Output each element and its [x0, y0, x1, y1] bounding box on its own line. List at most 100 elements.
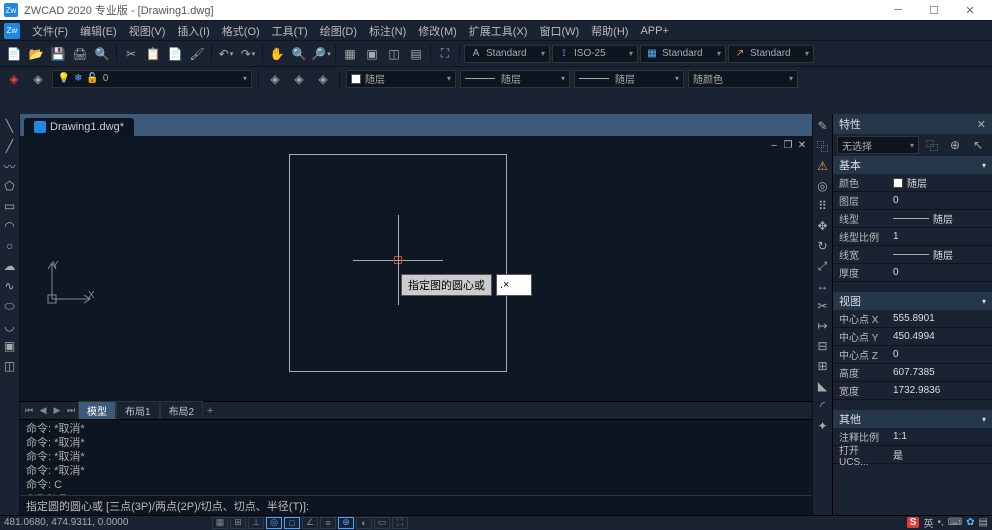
menu-help[interactable]: 帮助(H) [585, 21, 634, 41]
prop-cz[interactable]: 中心点 Z0 [833, 346, 992, 364]
ellipse-icon[interactable]: ⬭ [1, 297, 19, 315]
offset-icon[interactable]: ◎ [814, 177, 832, 195]
copy-obj-icon[interactable]: ⿻ [814, 137, 832, 155]
layout-tab-model[interactable]: 模型 [78, 401, 116, 420]
mleaderstyle-combo[interactable]: ↗Standard [728, 45, 814, 63]
ime-settings-icon[interactable]: ✿ [966, 517, 974, 528]
props-icon[interactable]: ▦ [340, 44, 360, 64]
dynamic-input-field[interactable] [496, 274, 532, 296]
calc-icon[interactable]: ▤ [406, 44, 426, 64]
doc-restore-button[interactable]: ❐ [782, 140, 794, 150]
doc-min-button[interactable]: – [768, 140, 780, 150]
print-icon[interactable]: 🖨 [70, 44, 90, 64]
scale-icon[interactable]: ⤢ [814, 257, 832, 275]
prop-cy[interactable]: 中心点 Y450.4994 [833, 328, 992, 346]
menu-insert[interactable]: 插入(I) [171, 21, 215, 41]
layout-first-button[interactable]: ⏮ [22, 405, 36, 416]
textstyle-combo[interactable]: AStandard [464, 45, 550, 63]
menu-app[interactable]: APP+ [634, 23, 674, 39]
layout-next-button[interactable]: ▶ [50, 405, 64, 416]
menu-view[interactable]: 视图(V) [123, 21, 172, 41]
save-icon[interactable]: 💾 [48, 44, 68, 64]
layer-prev-icon[interactable]: ◈ [265, 69, 285, 89]
pan-icon[interactable]: ✋ [267, 44, 287, 64]
layout-add-button[interactable]: + [203, 405, 217, 417]
menu-dim[interactable]: 标注(N) [363, 21, 412, 41]
menu-file[interactable]: 文件(F) [26, 21, 74, 41]
array-icon[interactable]: ⠿ [814, 197, 832, 215]
ime-punct-icon[interactable]: •, [937, 517, 943, 528]
menu-tools[interactable]: 工具(T) [266, 21, 314, 41]
linetype-combo[interactable]: 随层 [460, 70, 570, 88]
polygon-icon[interactable]: ⬠ [1, 177, 19, 195]
ime-brand-icon[interactable]: S [907, 517, 920, 528]
prop-lweight[interactable]: 线宽随层 [833, 246, 992, 264]
model-toggle[interactable]: ▭ [374, 517, 390, 529]
arc-icon[interactable]: ◠ [1, 217, 19, 235]
tool-palette-icon[interactable]: ◫ [384, 44, 404, 64]
plotcolor-combo[interactable]: 随颜色 [688, 70, 798, 88]
dimstyle-combo[interactable]: ⟟ISO-25 [552, 45, 638, 63]
erase-icon[interactable]: ✎ [814, 117, 832, 135]
mirror-icon[interactable]: ⚠ [814, 157, 832, 175]
cleanscreen-icon[interactable]: ⛶ [435, 44, 455, 64]
prop-layer[interactable]: 图层0 [833, 192, 992, 210]
prop-ltscale[interactable]: 线型比例1 [833, 228, 992, 246]
rotate-icon[interactable]: ↻ [814, 237, 832, 255]
layer-iso-icon[interactable]: ◈ [289, 69, 309, 89]
quickselect-icon[interactable]: ⿻ [922, 135, 942, 155]
redo-icon[interactable]: ↷ [238, 44, 258, 64]
otrack-toggle[interactable]: ∠ [302, 517, 318, 529]
zoom-icon[interactable]: 🔎 [311, 44, 331, 64]
revcloud-icon[interactable]: ☁ [1, 257, 19, 275]
section-view[interactable]: 视图 [833, 292, 992, 310]
selectobj-icon[interactable]: ↖ [968, 135, 988, 155]
menu-draw[interactable]: 绘图(D) [314, 21, 363, 41]
status-coords[interactable]: 481.0680, 474.9311, 0.0000 [4, 517, 204, 528]
prop-ucs[interactable]: 打开 UCS...是 [833, 446, 992, 464]
pline-icon[interactable]: 〰 [1, 157, 19, 175]
ime-keyboard-icon[interactable]: ⌨ [948, 517, 962, 528]
ellipse-arc-icon[interactable]: ◡ [1, 317, 19, 335]
preview-icon[interactable]: 🔍 [92, 44, 112, 64]
section-basic[interactable]: 基本 [833, 156, 992, 174]
minimize-button[interactable]: ─ [880, 0, 916, 20]
layout-prev-button[interactable]: ◀ [36, 405, 50, 416]
layer-combo[interactable]: 💡❄🔓0 [52, 70, 252, 88]
layer-states-icon[interactable]: ◈ [28, 69, 48, 89]
lwt-toggle[interactable]: ≡ [320, 517, 336, 529]
pickadd-icon[interactable]: ⊕ [945, 135, 965, 155]
layer-walk-icon[interactable]: ◈ [313, 69, 333, 89]
matchprop-icon[interactable]: 🖌 [187, 44, 207, 64]
grid-toggle[interactable]: ⊞ [230, 517, 246, 529]
dyn-toggle[interactable]: ⊕ [338, 517, 354, 529]
cycle-toggle[interactable]: ◐ [356, 517, 372, 529]
snap-toggle[interactable]: ▦ [212, 517, 228, 529]
maximize-button[interactable]: ☐ [916, 0, 952, 20]
lineweight-combo[interactable]: 随层 [574, 70, 684, 88]
selection-combo[interactable]: 无选择 [837, 136, 919, 154]
prop-color[interactable]: 颜色随层 [833, 174, 992, 192]
menu-window[interactable]: 窗口(W) [533, 21, 585, 41]
prop-cx[interactable]: 中心点 X555.8901 [833, 310, 992, 328]
layer-manager-icon[interactable]: ◈ [4, 69, 24, 89]
xline-icon[interactable]: ╱ [1, 137, 19, 155]
circle-icon[interactable]: ○ [1, 237, 19, 255]
prop-thick[interactable]: 厚度0 [833, 264, 992, 282]
break-icon[interactable]: ⊟ [814, 337, 832, 355]
copy-icon[interactable]: 📋 [143, 44, 163, 64]
menu-format[interactable]: 格式(O) [216, 21, 266, 41]
section-other[interactable]: 其他 [833, 410, 992, 428]
chamfer-icon[interactable]: ◣ [814, 377, 832, 395]
osnap-toggle[interactable]: □ [284, 517, 300, 529]
paste-icon[interactable]: 📄 [165, 44, 185, 64]
spline-icon[interactable]: ∿ [1, 277, 19, 295]
stretch-icon[interactable]: ↔ [814, 277, 832, 295]
color-combo[interactable]: 随层 [346, 70, 456, 88]
extend-icon[interactable]: ↦ [814, 317, 832, 335]
join-icon[interactable]: ⊞ [814, 357, 832, 375]
trim-icon[interactable]: ✂ [814, 297, 832, 315]
layout-tab-1[interactable]: 布局1 [116, 401, 160, 420]
menu-edit[interactable]: 编辑(E) [74, 21, 123, 41]
zoom-rt-icon[interactable]: 🔍 [289, 44, 309, 64]
